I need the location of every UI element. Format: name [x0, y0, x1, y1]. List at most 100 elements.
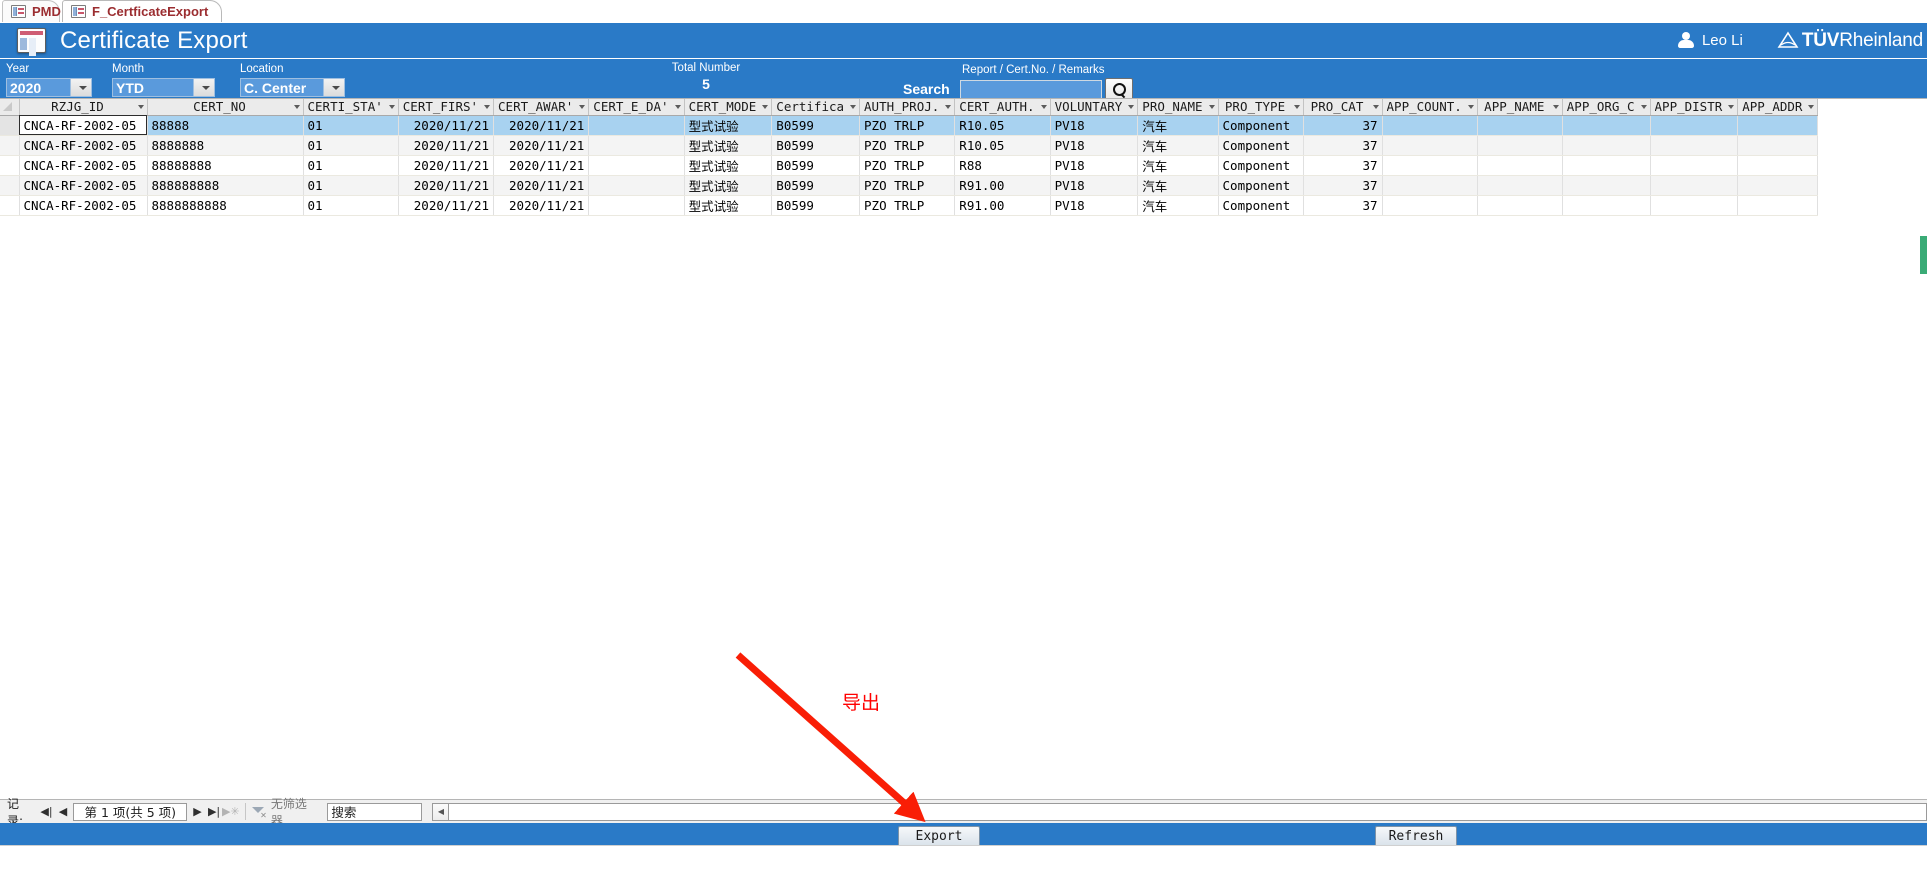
cell-voluntary[interactable]: PV18: [1050, 195, 1139, 216]
column-filter-caret-icon[interactable]: [1552, 104, 1559, 109]
cell-cert-no[interactable]: 88888: [147, 115, 304, 136]
cell-auth-proj-[interactable]: PZO TRLP: [859, 135, 956, 156]
record-search-input[interactable]: [327, 802, 423, 821]
column-filter-caret-icon[interactable]: [762, 104, 769, 109]
column-filter-caret-icon[interactable]: [388, 104, 395, 109]
column-filter-caret-icon[interactable]: [1128, 104, 1135, 109]
column-filter-caret-icon[interactable]: [945, 104, 952, 109]
cell-cert-e-da-[interactable]: [588, 195, 685, 216]
column-filter-caret-icon[interactable]: [850, 104, 857, 109]
cell-cert-auth-[interactable]: R88: [954, 155, 1051, 176]
column-filter-caret-icon[interactable]: [293, 104, 300, 109]
year-select[interactable]: 2020: [6, 78, 92, 97]
cell-auth-proj-[interactable]: PZO TRLP: [859, 115, 956, 136]
refresh-button[interactable]: Refresh: [1375, 826, 1457, 847]
cell-auth-proj-[interactable]: PZO TRLP: [859, 155, 956, 176]
cell-voluntary[interactable]: PV18: [1050, 155, 1139, 176]
cell-cert-firs-[interactable]: 2020/11/21: [398, 155, 495, 176]
cell-app-count-[interactable]: [1382, 115, 1478, 136]
cell-app-addr[interactable]: [1737, 115, 1819, 136]
table-row[interactable]: CNCA-RF-2002-05 88888 01 2020/11/21 2020/11/…: [0, 115, 1819, 136]
column-filter-caret-icon[interactable]: [674, 104, 681, 109]
cell-certi-sta-[interactable]: 01: [303, 115, 399, 136]
column-filter-caret-icon[interactable]: [1467, 104, 1474, 109]
cell-cert-mode[interactable]: 型式试验: [684, 175, 773, 196]
cell-cert-auth-[interactable]: R10.05: [954, 135, 1051, 156]
column-header-certi-sta-[interactable]: CERTI_STA': [303, 99, 399, 116]
cell-app-org-c[interactable]: [1562, 115, 1651, 136]
cell-pro-name[interactable]: 汽车: [1137, 135, 1219, 156]
cell-cert-e-da-[interactable]: [588, 135, 685, 156]
select-all-cell[interactable]: [0, 99, 20, 116]
column-filter-caret-icon[interactable]: [1808, 104, 1815, 109]
cell-certi-sta-[interactable]: 01: [303, 155, 399, 176]
cell-pro-name[interactable]: 汽车: [1137, 175, 1219, 196]
chevron-down-icon[interactable]: [70, 79, 91, 96]
cell-auth-proj-[interactable]: PZO TRLP: [859, 195, 956, 216]
cell-cert-firs-[interactable]: 2020/11/21: [398, 135, 495, 156]
cell-pro-type[interactable]: Component: [1218, 195, 1304, 216]
horizontal-scrollbar[interactable]: ◀: [432, 802, 1927, 821]
column-header-cert-mode[interactable]: CERT_MODE: [684, 99, 773, 116]
cell-app-count-[interactable]: [1382, 175, 1478, 196]
cell-app-name[interactable]: [1477, 135, 1563, 156]
datasheet-grid[interactable]: RZJG_ID CERT_NO CERTI_STA' CERT_FIRS' CERT_A…: [0, 98, 1927, 800]
chevron-down-icon[interactable]: [323, 79, 344, 96]
column-header-voluntary[interactable]: VOLUNTARY: [1050, 99, 1139, 116]
column-filter-caret-icon[interactable]: [1728, 104, 1735, 109]
row-selector[interactable]: [0, 155, 20, 176]
cell-voluntary[interactable]: PV18: [1050, 175, 1139, 196]
cell-pro-cat[interactable]: 37: [1303, 115, 1383, 136]
cell-rzjg-id[interactable]: CNCA-RF-2002-05: [19, 155, 148, 176]
cell-app-addr[interactable]: [1737, 175, 1819, 196]
cell-app-distr[interactable]: [1650, 175, 1739, 196]
column-header-cert-e-da-[interactable]: CERT_E_DA': [588, 99, 685, 116]
search-input[interactable]: [960, 80, 1102, 99]
tab-pmd[interactable]: PMD: [2, 0, 61, 22]
column-header-cert-auth-[interactable]: CERT_AUTH.: [954, 99, 1051, 116]
record-position-indicator[interactable]: 第 1 项(共 5 项): [73, 802, 188, 821]
cell-pro-type[interactable]: Component: [1218, 135, 1304, 156]
cell-rzjg-id[interactable]: CNCA-RF-2002-05: [19, 135, 148, 156]
last-record-icon[interactable]: ▶|: [206, 802, 223, 821]
cell-certifica[interactable]: B0599: [771, 175, 861, 196]
cell-cert-awar-[interactable]: 2020/11/21: [493, 155, 590, 176]
column-header-cert-firs-[interactable]: CERT_FIRS': [398, 99, 495, 116]
cell-cert-auth-[interactable]: R10.05: [954, 115, 1051, 136]
column-header-rzjg-id[interactable]: RZJG_ID: [19, 99, 148, 116]
cell-auth-proj-[interactable]: PZO TRLP: [859, 175, 956, 196]
tab-f-certficate-export[interactable]: F_CertficateExport: [62, 0, 222, 22]
cell-app-name[interactable]: [1477, 195, 1563, 216]
cell-pro-type[interactable]: Component: [1218, 115, 1304, 136]
cell-cert-no[interactable]: 888888888: [147, 175, 304, 196]
column-header-pro-name[interactable]: PRO_NAME: [1137, 99, 1219, 116]
cell-certifica[interactable]: B0599: [771, 195, 861, 216]
cell-pro-type[interactable]: Component: [1218, 155, 1304, 176]
table-row[interactable]: CNCA-RF-2002-05 888888888 01 2020/11/21 2020…: [0, 175, 1819, 196]
column-filter-caret-icon[interactable]: [1372, 104, 1379, 109]
row-selector[interactable]: [0, 195, 20, 216]
cell-cert-mode[interactable]: 型式试验: [684, 135, 773, 156]
cell-app-distr[interactable]: [1650, 155, 1739, 176]
cell-cert-e-da-[interactable]: [588, 115, 685, 136]
row-selector[interactable]: [0, 135, 20, 156]
cell-app-name[interactable]: [1477, 115, 1563, 136]
column-header-app-distr[interactable]: APP_DISTR: [1650, 99, 1739, 116]
cell-rzjg-id[interactable]: CNCA-RF-2002-05: [19, 115, 148, 136]
first-record-icon[interactable]: ◀|: [38, 802, 55, 821]
new-record-icon[interactable]: ▶✳: [222, 802, 240, 821]
cell-pro-cat[interactable]: 37: [1303, 155, 1383, 176]
cell-cert-awar-[interactable]: 2020/11/21: [493, 175, 590, 196]
cell-pro-name[interactable]: 汽车: [1137, 195, 1219, 216]
export-button[interactable]: Export: [898, 826, 980, 847]
cell-cert-e-da-[interactable]: [588, 175, 685, 196]
table-row[interactable]: CNCA-RF-2002-05 8888888 01 2020/11/21 2020/1…: [0, 135, 1819, 156]
previous-record-icon[interactable]: ◀: [55, 802, 72, 821]
column-header-cert-no[interactable]: CERT_NO: [147, 99, 304, 116]
cell-app-distr[interactable]: [1650, 195, 1739, 216]
cell-cert-firs-[interactable]: 2020/11/21: [398, 175, 495, 196]
cell-app-count-[interactable]: [1382, 195, 1478, 216]
cell-pro-name[interactable]: 汽车: [1137, 155, 1219, 176]
cell-app-addr[interactable]: [1737, 135, 1819, 156]
month-select[interactable]: YTD: [112, 78, 215, 97]
